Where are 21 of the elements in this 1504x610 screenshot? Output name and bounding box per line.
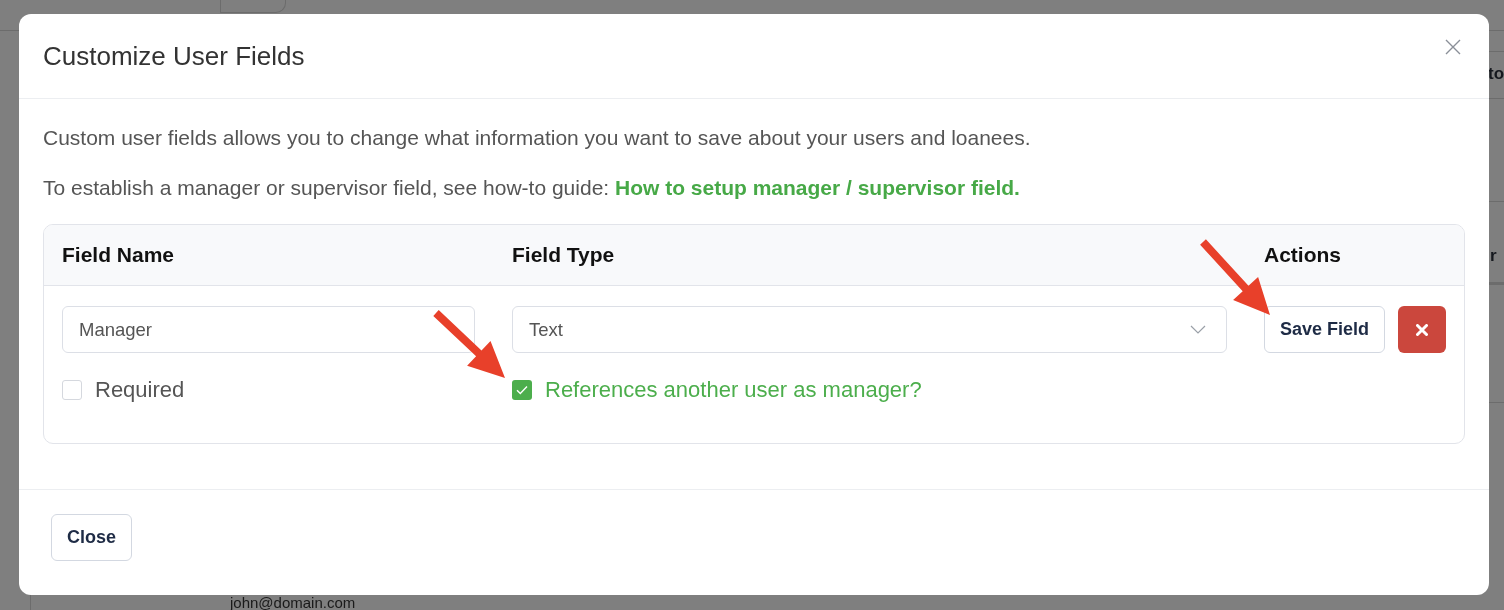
delete-button[interactable] [1398,306,1446,353]
x-icon [1416,323,1428,336]
save-field-button[interactable]: Save Field [1264,306,1385,353]
checkbox-label: References another user as manager? [545,378,922,402]
field-type-select[interactable]: Text [512,306,1227,353]
checkbox-label: Required [95,378,185,402]
checkbox[interactable] [512,380,532,400]
column-header: Actions [1264,242,1342,269]
column-header: Field Type [512,242,616,269]
close-button[interactable]: Close [51,514,133,561]
background-text: r [1490,245,1497,267]
chevron-down-icon [1190,325,1206,334]
column-header: Field Name [62,242,176,269]
dialog-title: Customize User Fields [43,40,305,72]
guide-text: To establish a manager or supervisor field, see how-to guide: How to setup manager / supervisor field. [43,175,1021,201]
description-text: Custom user fields allows you to change what information you want to save about your users and loanees. [43,125,1032,151]
field-name-input[interactable]: Manager [62,306,475,353]
close-icon[interactable] [1445,39,1461,55]
checkbox[interactable] [62,380,82,400]
check-icon [516,385,528,395]
background-text: to [1488,63,1504,85]
